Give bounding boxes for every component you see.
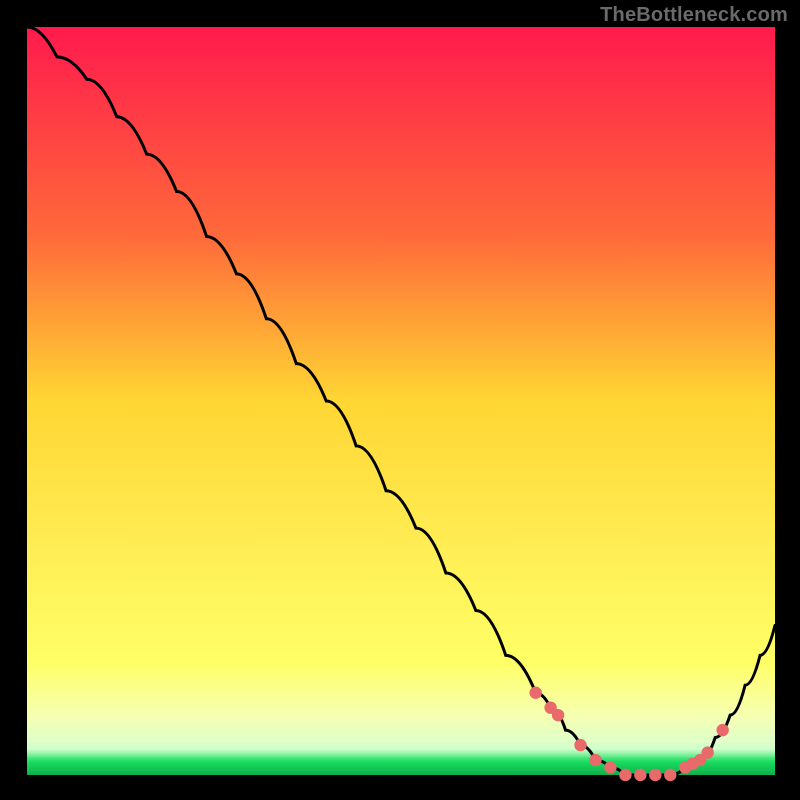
gradient-stripe [27,758,775,760]
gradient-stripe [27,731,775,733]
gradient-stripe [27,746,775,748]
gradient-stripe [27,772,775,774]
gradient-stripe [27,743,775,745]
marker-point [649,769,661,781]
gradient-stripe [27,740,775,742]
marker-point [664,769,676,781]
marker-point [552,709,564,721]
marker-point [716,724,728,736]
gradient-stripe [27,734,775,736]
gradient-stripe [27,766,775,768]
marker-point [604,761,616,773]
marker-point [589,754,601,766]
bottleneck-chart [0,0,800,800]
gradient-stripe [27,760,775,762]
gradient-stripe [27,755,775,757]
marker-point [619,769,631,781]
chart-frame: TheBottleneck.com [0,0,800,800]
gradient-stripe [27,749,775,751]
marker-point [529,687,541,699]
marker-point [634,769,646,781]
gradient-stripe [27,763,775,765]
marker-point [574,739,586,751]
gradient-stripe [27,769,775,771]
gradient-stripe [27,728,775,730]
gradient-stripe [27,752,775,754]
gradient-stripe [27,726,775,728]
gradient-stripe [27,723,775,725]
gradient-stripe [27,737,775,739]
marker-point [701,746,713,758]
